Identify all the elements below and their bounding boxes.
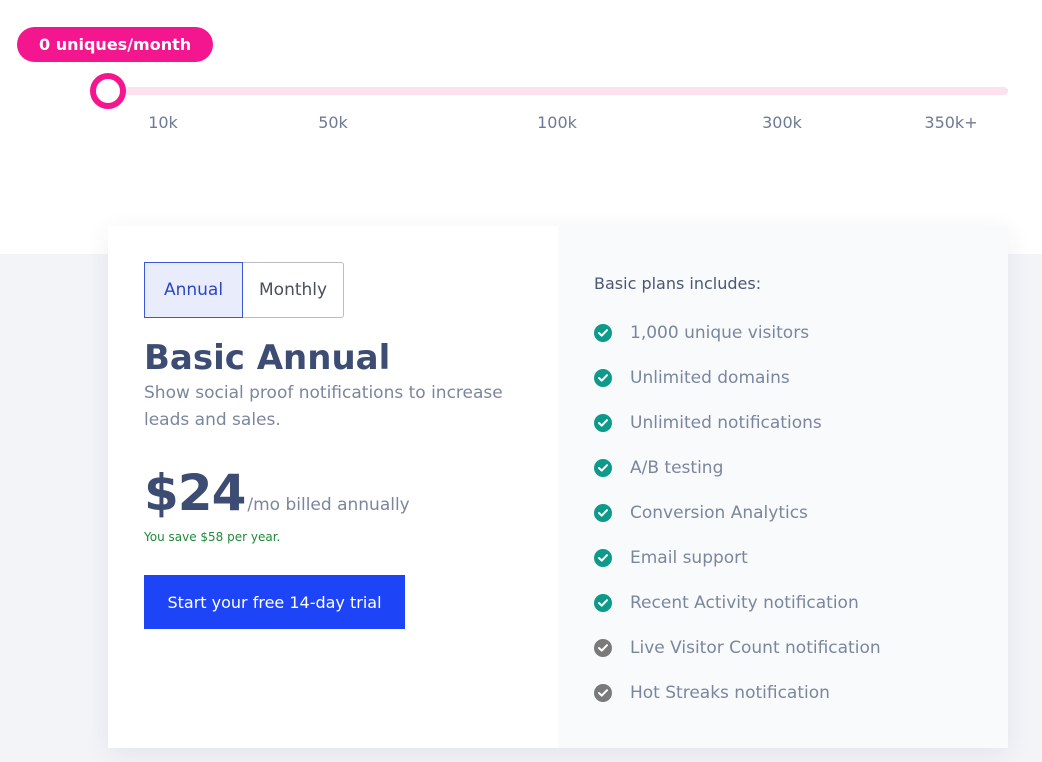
feature-label: Live Visitor Count notification [630, 637, 881, 658]
check-circle-icon [594, 638, 612, 657]
feature-list: 1,000 unique visitors Unlimited domains Un… [594, 310, 881, 715]
slider-tick-100k[interactable]: 100k [537, 113, 577, 132]
visitors-slider-handle[interactable] [90, 73, 126, 109]
slider-tick-350k-plus[interactable]: 350k+ [924, 113, 977, 132]
check-circle-icon [594, 503, 612, 522]
feature-item: A/B testing [594, 445, 881, 490]
check-circle-icon [594, 593, 612, 612]
annual-toggle-button[interactable]: Annual [144, 262, 243, 318]
check-circle-icon [594, 458, 612, 477]
feature-item: Unlimited notifications [594, 400, 881, 445]
feature-item: Conversion Analytics [594, 490, 881, 535]
feature-item: Live Visitor Count notification [594, 625, 881, 670]
slider-tick-50k[interactable]: 50k [318, 113, 348, 132]
billing-period-toggle: Annual Monthly [144, 262, 344, 318]
check-circle-icon [594, 548, 612, 567]
feature-label: Unlimited domains [630, 367, 790, 388]
check-circle-icon [594, 683, 612, 702]
price-amount: $24 [144, 464, 246, 522]
plan-summary-panel: Annual Monthly Basic Annual Show social … [108, 226, 558, 748]
feature-item: Unlimited domains [594, 355, 881, 400]
visitors-slider-track[interactable] [106, 87, 1008, 95]
plan-title: Basic Annual [144, 338, 391, 378]
plan-features-panel: Basic plans includes: 1,000 unique visit… [558, 226, 1008, 748]
feature-label: Email support [630, 547, 748, 568]
feature-item: Email support [594, 535, 881, 580]
pricing-page: 0 uniques/month 10k 50k 100k 300k 350k+ … [0, 0, 1042, 762]
slider-tick-10k[interactable]: 10k [148, 113, 178, 132]
monthly-toggle-button[interactable]: Monthly [243, 262, 344, 318]
price-period: /mo billed annually [247, 495, 410, 515]
features-title: Basic plans includes: [594, 274, 762, 293]
slider-tick-300k[interactable]: 300k [762, 113, 802, 132]
feature-label: Hot Streaks notification [630, 682, 830, 703]
feature-item: 1,000 unique visitors [594, 310, 881, 355]
check-circle-icon [594, 368, 612, 387]
slider-value-bubble: 0 uniques/month [17, 27, 214, 62]
check-circle-icon [594, 413, 612, 432]
plan-description: Show social proof notifications to incre… [144, 383, 503, 430]
feature-label: A/B testing [630, 457, 724, 478]
feature-label: 1,000 unique visitors [630, 322, 810, 343]
feature-item: Hot Streaks notification [594, 670, 881, 715]
savings-note: You save $58 per year. [144, 530, 281, 544]
feature-item: Recent Activity notification [594, 580, 881, 625]
feature-label: Conversion Analytics [630, 502, 808, 523]
pricing-card: Annual Monthly Basic Annual Show social … [108, 226, 1008, 748]
price-row: $24 /mo billed annually [144, 464, 410, 522]
start-trial-button[interactable]: Start your free 14-day trial [144, 575, 405, 629]
check-circle-icon [594, 323, 612, 342]
feature-label: Unlimited notifications [630, 412, 822, 433]
feature-label: Recent Activity notification [630, 592, 859, 613]
